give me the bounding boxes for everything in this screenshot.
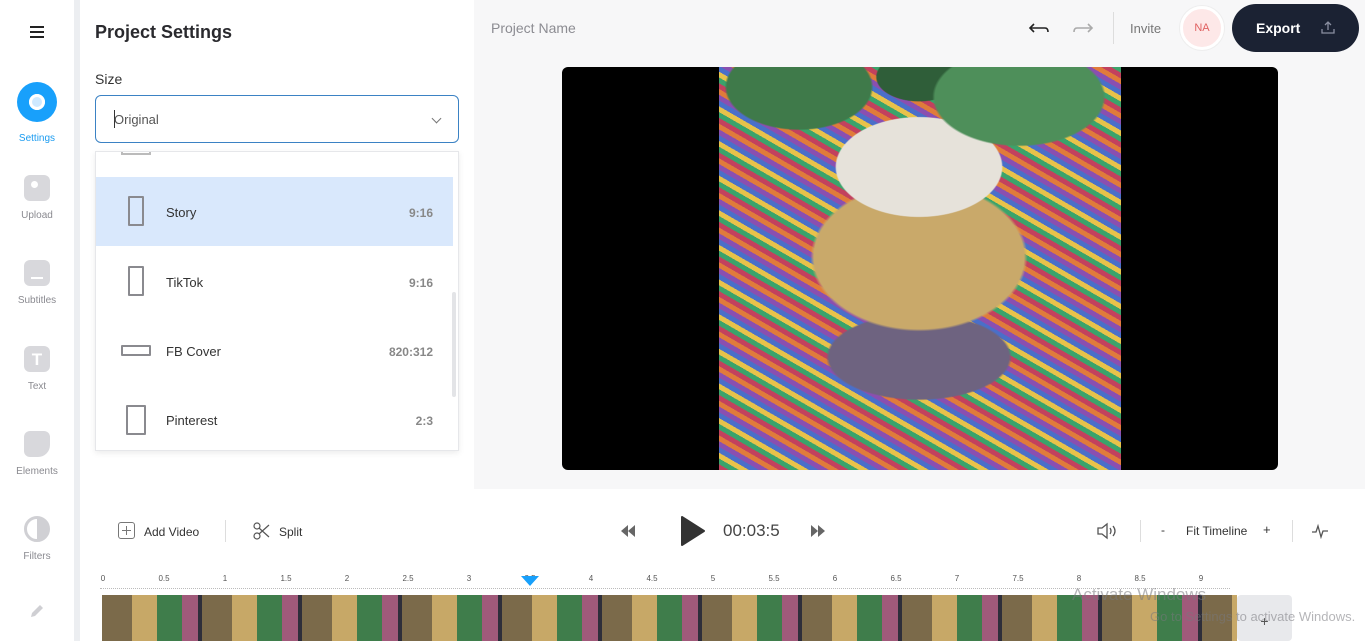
size-label: Size: [95, 71, 123, 87]
ruler-tick-label: 1: [222, 574, 228, 583]
panel-title: Project Settings: [95, 22, 233, 42]
ruler-dots: [100, 588, 1230, 589]
rewind-icon[interactable]: [620, 524, 636, 538]
video-frame: [719, 67, 1121, 470]
video-frame-detail: [719, 67, 1121, 207]
project-name[interactable]: Project Name: [491, 20, 576, 36]
redo-icon[interactable]: [1071, 16, 1097, 42]
option-ratio: 820:312: [388, 345, 433, 359]
option-name: Story: [166, 205, 197, 220]
rail-label: Filters: [23, 551, 51, 562]
split-button[interactable]: Split: [279, 525, 302, 539]
left-rail: Settings Upload Subtitles Text Elements …: [0, 0, 74, 641]
ruler-tick-label: 8.5: [1134, 574, 1146, 583]
volume-icon[interactable]: [1096, 521, 1120, 541]
portrait-shape-icon: [126, 405, 146, 435]
add-video-button[interactable]: Add Video: [144, 525, 199, 539]
dropdown-scrollbar[interactable]: [452, 292, 456, 397]
video-preview[interactable]: [562, 67, 1278, 470]
pencil-icon[interactable]: [28, 602, 46, 620]
ruler-tick-label: 0.5: [158, 574, 170, 583]
export-button[interactable]: Export: [1232, 4, 1359, 52]
ruler-tick-label: 6.5: [890, 574, 902, 583]
ruler-tick-label: 7.5: [1012, 574, 1024, 583]
banner-shape-icon: [121, 345, 151, 356]
timecode: 00:03:5: [723, 521, 780, 540]
size-select-value: Original: [114, 112, 159, 127]
invite-button[interactable]: Invite: [1130, 21, 1161, 36]
ruler-tick-label: 5.5: [768, 574, 780, 583]
option-ratio: 2:3: [415, 414, 433, 428]
windows-watermark: Activate Windows: [1072, 585, 1207, 604]
ruler-tick-label: 5: [710, 574, 716, 583]
option-name: Pinterest: [166, 413, 218, 428]
avatar[interactable]: NA: [1180, 6, 1224, 50]
ruler-tick-label: 9: [1198, 574, 1204, 583]
export-label: Export: [1256, 20, 1301, 36]
rail-label: Upload: [21, 210, 53, 221]
option-name: FB Cover: [166, 344, 221, 359]
option-ratio: 9:16: [408, 206, 433, 220]
subtitles-icon: [24, 260, 50, 286]
image-upload-icon: [24, 175, 50, 201]
timeline-ruler[interactable]: 00.511.522.533.544.555.566.577.588.59: [100, 574, 1240, 594]
toolbar-divider: [1140, 520, 1141, 542]
ruler-tick-label: 4.5: [646, 574, 658, 583]
size-option-tiktok[interactable]: TikTok 9:16: [96, 247, 453, 316]
ruler-tick-label: 0: [100, 574, 106, 583]
rail-item-upload[interactable]: Upload: [0, 175, 74, 221]
ruler-tick-label: 4: [588, 574, 594, 583]
rail-label: Settings: [18, 133, 56, 144]
zoom-out-button[interactable]: -: [1161, 523, 1165, 537]
text-icon: [24, 346, 50, 372]
ruler-tick-label: 2.5: [402, 574, 414, 583]
rail-item-text[interactable]: Text: [0, 346, 74, 392]
add-video-icon[interactable]: [118, 522, 135, 539]
portrait-shape-icon: [128, 196, 144, 226]
ruler-tick-label: 6: [832, 574, 838, 583]
project-settings-panel: Project Settings Size Original Story 9:1…: [80, 0, 474, 489]
upload-icon: [1321, 21, 1335, 34]
rail-label: Elements: [16, 466, 58, 477]
portrait-shape-icon: [128, 266, 144, 296]
playhead-marker[interactable]: [520, 575, 540, 587]
rail-item-subtitles[interactable]: Subtitles: [0, 260, 74, 306]
ruler-tick-label: 1.5: [280, 574, 292, 583]
zoom-in-button[interactable]: +: [1263, 522, 1271, 537]
elements-icon: [24, 431, 50, 457]
rail-item-filters[interactable]: Filters: [0, 516, 74, 562]
option-name: TikTok: [166, 275, 204, 290]
hamburger-menu-icon[interactable]: [26, 24, 48, 44]
rail-item-settings[interactable]: Settings: [0, 82, 74, 144]
rail-label: Text: [27, 381, 47, 392]
size-option-pinterest[interactable]: Pinterest 2:3: [96, 385, 453, 450]
fit-timeline-button[interactable]: Fit Timeline: [1186, 524, 1247, 538]
ruler-tick-label: 2: [344, 574, 350, 583]
play-icon[interactable]: [678, 515, 706, 547]
video-track[interactable]: [102, 595, 1237, 641]
ruler-tick-label: 3: [466, 574, 472, 583]
toolbar-divider: [1292, 520, 1293, 542]
header-divider: [1113, 12, 1114, 44]
fast-forward-icon[interactable]: [810, 524, 826, 538]
ruler-tick-label: 7: [954, 574, 960, 583]
landscape-shape-icon: [121, 152, 151, 155]
undo-icon[interactable]: [1025, 16, 1051, 42]
filters-icon: [24, 516, 50, 542]
toolbar-divider: [225, 520, 226, 542]
size-option-story[interactable]: Story 9:16: [96, 177, 453, 246]
settings-icon: [17, 82, 57, 122]
size-dropdown[interactable]: Story 9:16 TikTok 9:16 FB Cover 820:312 …: [95, 151, 459, 451]
chevron-down-icon: [431, 113, 442, 124]
option-ratio: 9:16: [408, 276, 433, 290]
rail-item-elements[interactable]: Elements: [0, 431, 74, 477]
rail-label: Subtitles: [17, 295, 57, 306]
ruler-tick-label: 8: [1076, 574, 1082, 583]
size-select[interactable]: Original: [95, 95, 459, 143]
size-option-fb-cover[interactable]: FB Cover 820:312: [96, 316, 453, 385]
scissors-icon[interactable]: [253, 522, 271, 540]
waveform-icon[interactable]: [1311, 523, 1329, 539]
windows-watermark-sub: Go to Settings to activate Windows.: [1150, 609, 1356, 624]
